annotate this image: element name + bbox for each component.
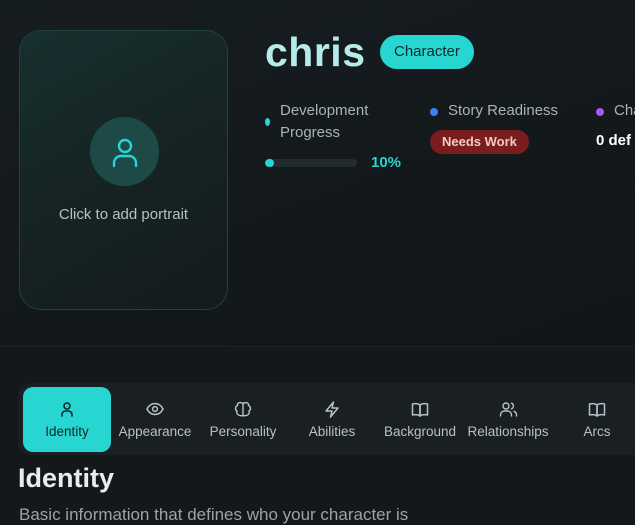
definitions-value: 0 def [596,132,632,149]
tab-abilities[interactable]: Abilities [288,387,376,452]
story-readiness-label: Story Readiness [448,102,559,119]
tab-relationships[interactable]: Relationships [464,387,552,452]
development-dot [265,118,270,126]
development-label-line1: Development [280,102,369,119]
tab-arcs[interactable]: Arcs [553,387,635,452]
story-readiness-status: Needs Work [430,130,529,154]
character-name[interactable]: chris [265,28,366,76]
eye-icon [146,400,164,418]
tab-label: Identity [45,424,89,439]
story-readiness-dot [430,108,438,116]
tab-appearance[interactable]: Appearance [111,387,199,452]
tab-label: Arcs [583,424,611,439]
header-divider [0,346,635,347]
tab-label: Personality [209,424,277,439]
tab-label: Relationships [467,424,549,439]
tab-identity[interactable]: Identity [23,387,111,452]
users-icon [499,400,518,418]
tab-label: Background [383,424,457,439]
definitions-label: Cha [614,102,635,119]
book-open-icon [411,400,429,418]
development-label-line2: Progress [280,124,341,141]
section-tabs: Identity Appearance Personality Abilitie… [18,383,635,455]
definitions-dot [596,108,604,116]
development-progress-fill [265,159,275,167]
user-icon [112,138,137,167]
brain-icon [234,400,252,418]
book-open-icon [588,400,606,418]
development-progress-bar [265,159,357,167]
tab-label: Abilities [308,424,356,439]
tab-background[interactable]: Background [376,387,464,452]
section-description: Basic information that defines who your … [19,505,409,524]
portrait-avatar [90,117,159,186]
portrait-label: Click to add portrait [58,206,189,223]
tab-label: Appearance [118,424,192,439]
user-icon [60,400,74,418]
section-title: Identity [18,463,115,493]
portrait-upload[interactable]: Click to add portrait [19,30,228,310]
character-type-badge: Character [380,35,474,69]
development-progress-value: 10% [371,154,402,171]
lightning-icon [324,400,340,418]
tab-personality[interactable]: Personality [199,387,287,452]
